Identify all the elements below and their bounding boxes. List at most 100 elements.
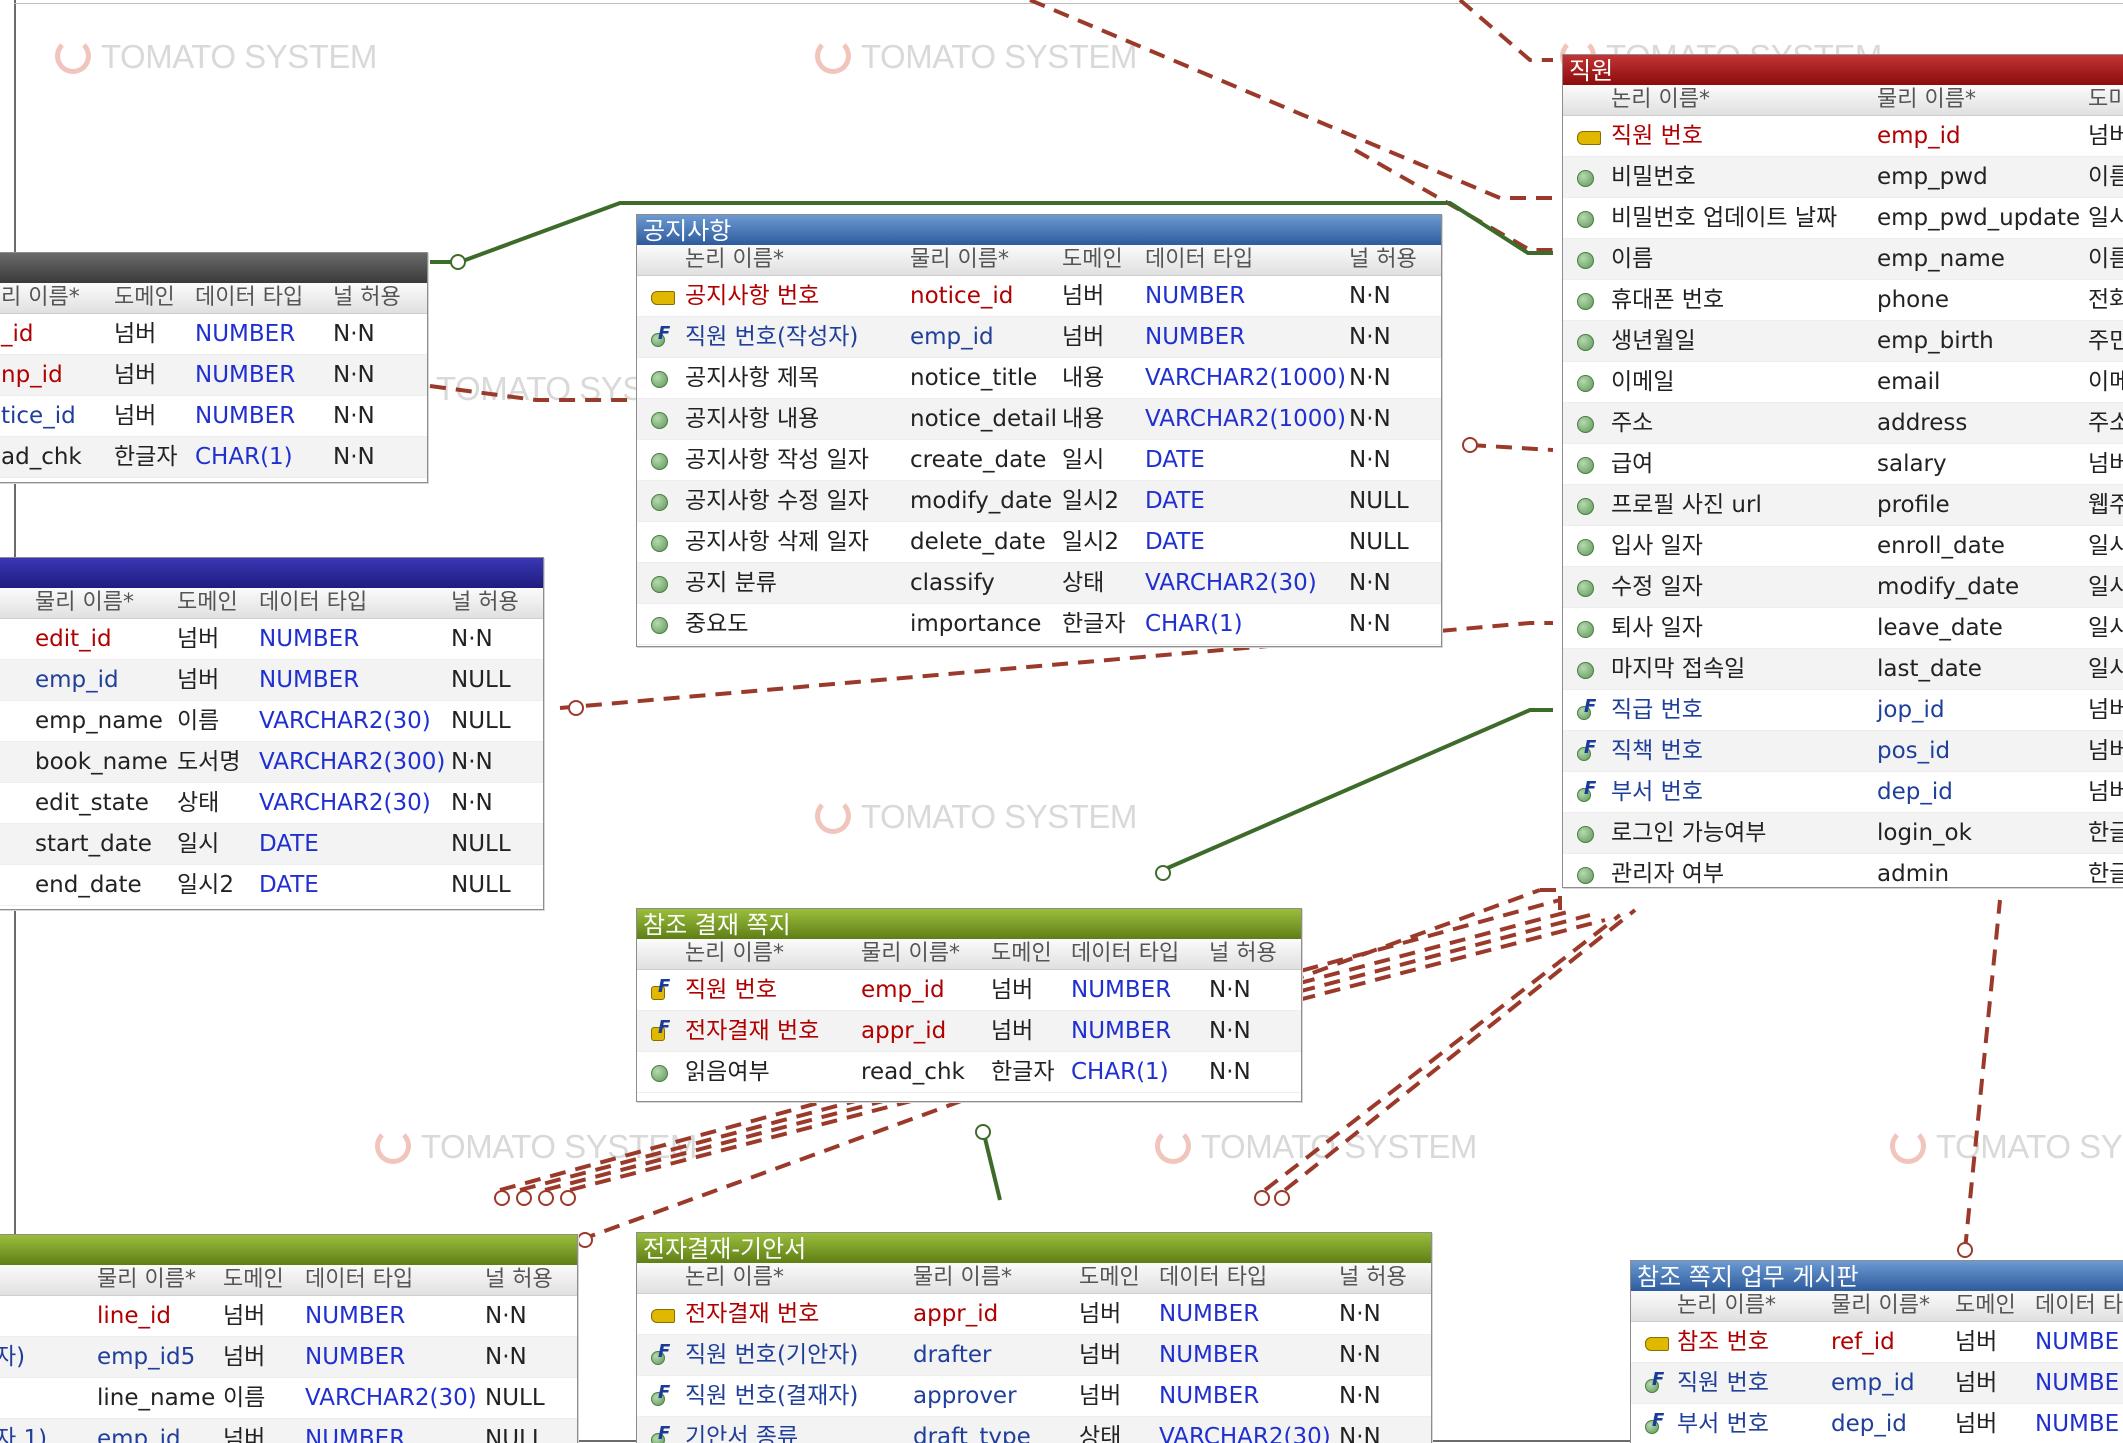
attribute-icon — [651, 576, 668, 593]
table-row[interactable]: 공지 분류 classify 상태 VARCHAR2(30) N·N — [637, 563, 1441, 604]
table-row[interactable]: 읽음여부 read_chk 한글자 CHAR(1) N·N — [637, 1052, 1301, 1093]
cell-physical: email — [1877, 369, 1941, 395]
table-row[interactable]: 마지막 접속일 last_date 일시 — [1563, 649, 2123, 690]
cell-physical: emp_id — [1831, 1370, 1915, 1396]
cell-physical: read_chk — [861, 1059, 965, 1085]
table-row[interactable]: 이메일 email 이메 — [1563, 362, 2123, 403]
table-row[interactable]: 관리자 여부 admin 한글 — [1563, 854, 2123, 887]
foreign-key-icon: F — [651, 1382, 671, 1406]
table-row[interactable]: F 직급 번호 jop_id 넘버 — [1563, 690, 2123, 731]
table-row[interactable]: 자 1) emp_id 넘버 NUMBER NULL — [0, 1419, 577, 1443]
employee-table[interactable]: 직원 논리 이름* 물리 이름* 도미 직원 번호emp_id넘버비밀번호emp… — [1562, 54, 2123, 888]
cell-domain: 이름 — [2088, 164, 2123, 190]
table-row[interactable]: line_name 이름 VARCHAR2(30) NULL — [0, 1378, 577, 1419]
table-row[interactable]: F 직원 번호(작성자) emp_id 넘버 NUMBER N·N — [637, 317, 1441, 358]
cell-null: N·N — [1349, 570, 1391, 596]
cell-null: N·N — [1339, 1301, 1381, 1327]
table-row[interactable]: tice_id 넘버 NUMBER N·N — [0, 396, 427, 437]
table-row[interactable]: F 기안서 종류 draft_type 상태 VARCHAR2(30) N·N — [637, 1417, 1431, 1443]
cell-physical: drafter — [913, 1342, 992, 1368]
cell-null: N·N — [333, 403, 375, 429]
table-row[interactable]: 로그인 가능여부 login_ok 한글 — [1563, 813, 2123, 854]
attribute-icon — [1577, 375, 1594, 392]
table-row[interactable]: edit_state 상태 VARCHAR2(30) N·N — [0, 783, 543, 824]
cell-physical: importance — [910, 611, 1042, 637]
cell-type: NUMBER — [195, 403, 296, 429]
table-row[interactable]: ad_chk 한글자 CHAR(1) N·N — [0, 437, 427, 478]
table-row[interactable]: 공지사항 수정 일자 modify_date 일시2 DATE NULL — [637, 481, 1441, 522]
cell-type: NUMBER — [195, 321, 296, 347]
cell-domain: 이름 — [177, 708, 220, 734]
cell-null: N·N — [1339, 1342, 1381, 1368]
table-row[interactable]: 참조 번호 ref_id 넘버 NUMBE — [1631, 1322, 2123, 1363]
table-row[interactable]: 전자결재 번호 appr_id 넘버 NUMBER N·N — [637, 1294, 1431, 1335]
primary-key-icon — [1577, 131, 1601, 145]
attribute-icon — [1577, 580, 1594, 597]
cell-domain: 넘버 — [114, 403, 157, 429]
table-row[interactable]: F 부서 번호 dep_id 넘버 — [1563, 772, 2123, 813]
ref-approval-note-table[interactable]: 참조 결재 쪽지 논리 이름* 물리 이름* 도메인 데이터 타입 널 허용 F… — [636, 908, 1302, 1102]
table-row[interactable]: F 직원 번호(결재자) approver 넘버 NUMBER N·N — [637, 1376, 1431, 1417]
draft-table[interactable]: 전자결재-기안서 논리 이름* 물리 이름* 도메인 데이터 타입 널 허용 전… — [636, 1232, 1432, 1443]
cell-logical: 공지 분류 — [685, 570, 777, 596]
table-row[interactable]: 공지사항 삭제 일자 delete_date 일시2 DATE NULL — [637, 522, 1441, 563]
table-row[interactable]: np_id 넘버 NUMBER N·N — [0, 355, 427, 396]
table-row[interactable]: 급여 salary 넘버 — [1563, 444, 2123, 485]
cell-logical: 생년월일 — [1611, 328, 1696, 354]
cell-domain: 일시 — [177, 831, 220, 857]
table-row[interactable]: book_name 도서명 VARCHAR2(300) N·N — [0, 742, 543, 783]
ref-board-table[interactable]: 참조 쪽지 업무 게시판 논리 이름* 물리 이름* 도메인 데이터 타입 참조… — [1630, 1260, 2123, 1443]
table-row[interactable]: edit_id 넘버 NUMBER N·N — [0, 619, 543, 660]
attribute-icon — [651, 494, 668, 511]
attribute-icon — [1577, 867, 1594, 884]
table-row[interactable]: _id 넘버 NUMBER N·N — [0, 314, 427, 355]
table-row[interactable]: 비밀번호 업데이트 날짜 emp_pwd_update 일시 — [1563, 198, 2123, 239]
cell-type: DATE — [259, 831, 319, 857]
cell-domain: 넘버 — [177, 626, 220, 652]
table-row[interactable]: 휴대폰 번호 phone 전화 — [1563, 280, 2123, 321]
table-row[interactable]: F 직책 번호 pos_id 넘버 — [1563, 731, 2123, 772]
table-row[interactable]: 수정 일자 modify_date 일시 — [1563, 567, 2123, 608]
cell-null: N·N — [451, 749, 493, 775]
cell-domain: 넘버 — [1955, 1411, 1998, 1437]
table-row[interactable]: 자) emp_id5 넘버 NUMBER N·N — [0, 1337, 577, 1378]
table-row[interactable]: F 전자결재 번호 appr_id 넘버 NUMBER N·N — [637, 1011, 1301, 1052]
table-row[interactable]: 프로필 사진 url profile 웹주 — [1563, 485, 2123, 526]
cell-physical: notice_detail — [910, 406, 1057, 432]
cell-null: NULL — [485, 1385, 545, 1411]
header-domain: 도메인 — [991, 941, 1052, 966]
partial-table-mid-left[interactable]: 물리 이름* 도메인 데이터 타입 널 허용 edit_id 넘버 NUMBER N·… — [0, 557, 544, 910]
foreign-key-icon: F — [651, 323, 671, 347]
table-row[interactable]: F 직원 번호 emp_id 넘버 NUMBER N·N — [637, 970, 1301, 1011]
foreign-key-icon: F — [1645, 1369, 1665, 1393]
table-row[interactable]: 공지사항 제목 notice_title 내용 VARCHAR2(1000) N·N — [637, 358, 1441, 399]
table-row[interactable]: 생년월일 emp_birth 주민 — [1563, 321, 2123, 362]
cell-logical: 급여 — [1611, 451, 1654, 477]
table-row[interactable]: 이름 emp_name 이름 — [1563, 239, 2123, 280]
table-row[interactable]: F 부서 번호 dep_id 넘버 NUMBE — [1631, 1404, 2123, 1443]
partial-table-header: 물리 이름* 도메인 데이터 타입 널 허용 — [0, 588, 543, 619]
cell-type: NUMBER — [1071, 1018, 1172, 1044]
table-row[interactable]: 공지사항 번호 notice_id 넘버 NUMBER N·N — [637, 276, 1441, 317]
table-row[interactable]: emp_id 넘버 NUMBER NULL — [0, 660, 543, 701]
cell-domain: 일시 — [2088, 205, 2123, 231]
table-row[interactable]: 입사 일자 enroll_date 일시 — [1563, 526, 2123, 567]
table-row[interactable]: 공지사항 내용 notice_detail 내용 VARCHAR2(1000) N·N — [637, 399, 1441, 440]
table-row[interactable]: 직원 번호 emp_id 넘버 — [1563, 116, 2123, 157]
table-row[interactable]: end_date 일시2 DATE NULL — [0, 865, 543, 906]
table-row[interactable]: 주소 address 주소 — [1563, 403, 2123, 444]
notice-table[interactable]: 공지사항 논리 이름* 물리 이름* 도메인 데이터 타입 널 허용 공지사항 … — [636, 214, 1442, 647]
partial-table-bottom-left[interactable]: 물리 이름* 도메인 데이터 타입 널 허용 line_id 넘버 NUMBER N·… — [0, 1234, 578, 1443]
table-row[interactable]: 퇴사 일자 leave_date 일시 — [1563, 608, 2123, 649]
table-row[interactable]: 공지사항 작성 일자 create_date 일시 DATE N·N — [637, 440, 1441, 481]
ref-approval-note-rows: F 직원 번호 emp_id 넘버 NUMBER N·N F 전자결재 번호 appr_id 넘버… — [637, 970, 1301, 1093]
table-row[interactable]: line_id 넘버 NUMBER N·N — [0, 1296, 577, 1337]
partial-table-top-left[interactable]: 리 이름* 도메인 데이터 타입 널 허용 _id 넘버 NUMBER N·N np_i… — [0, 252, 428, 483]
table-row[interactable]: start_date 일시 DATE NULL — [0, 824, 543, 865]
table-row[interactable]: F 직원 번호 emp_id 넘버 NUMBE — [1631, 1363, 2123, 1404]
table-row[interactable]: 비밀번호 emp_pwd 이름 — [1563, 157, 2123, 198]
table-row[interactable]: F 직원 번호(기안자) drafter 넘버 NUMBER N·N — [637, 1335, 1431, 1376]
table-row[interactable]: 중요도 importance 한글자 CHAR(1) N·N — [637, 604, 1441, 645]
attribute-icon — [651, 617, 668, 634]
table-row[interactable]: emp_name 이름 VARCHAR2(30) NULL — [0, 701, 543, 742]
